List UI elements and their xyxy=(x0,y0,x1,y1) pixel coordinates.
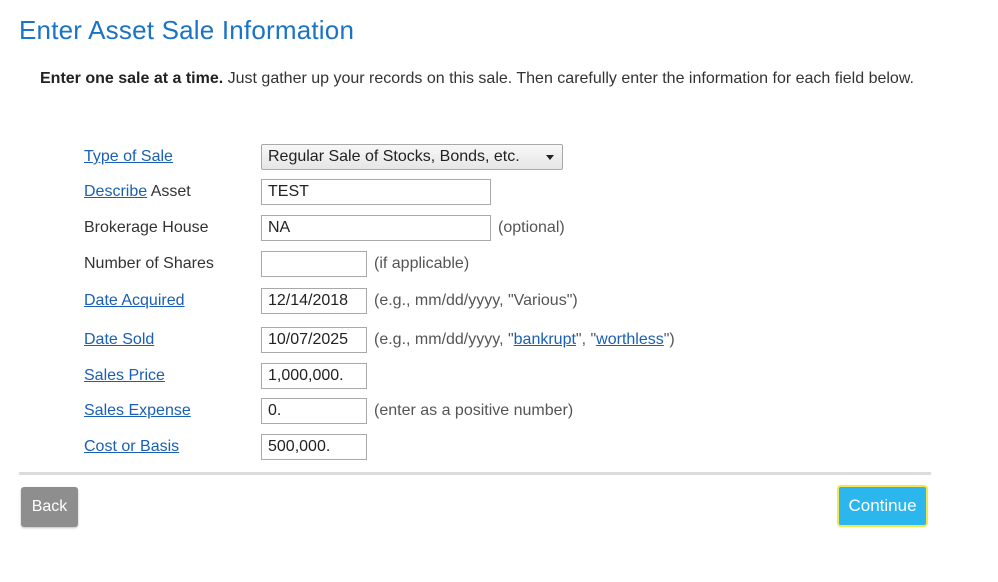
date-acquired-link[interactable]: Date Acquired xyxy=(84,292,185,309)
row-sales-expense: Sales Expense (enter as a positive numbe… xyxy=(84,398,573,424)
date-acquired-input[interactable] xyxy=(261,288,367,314)
sales-price-link[interactable]: Sales Price xyxy=(84,367,165,384)
date-sold-hint-prefix: (e.g., mm/dd/yyyy, " xyxy=(374,331,514,348)
row-date-sold: Date Sold (e.g., mm/dd/yyyy, "bankrupt",… xyxy=(84,327,675,353)
brokerage-house-hint: (optional) xyxy=(498,219,565,236)
page-title: Enter Asset Sale Information xyxy=(19,15,355,45)
date-sold-input[interactable] xyxy=(261,327,367,353)
date-sold-hint: (e.g., mm/dd/yyyy, "bankrupt", "worthles… xyxy=(374,331,675,349)
intro-body: Just gather up your records on this sale… xyxy=(223,70,914,87)
row-sales-price: Sales Price xyxy=(84,363,367,389)
sales-price-input[interactable] xyxy=(261,363,367,389)
date-sold-label: Date Sold xyxy=(84,331,261,349)
intro-text: Enter one sale at a time. Just gather up… xyxy=(40,69,930,89)
row-number-of-shares: Number of Shares (if applicable) xyxy=(84,251,469,277)
date-sold-hint-mid: ", " xyxy=(575,331,597,348)
type-of-sale-link[interactable]: Type of Sale xyxy=(84,148,173,165)
brokerage-house-label: Brokerage House xyxy=(84,219,209,236)
continue-button[interactable]: Continue xyxy=(837,485,928,527)
cost-or-basis-label: Cost or Basis xyxy=(84,438,261,456)
bankrupt-link[interactable]: bankrupt xyxy=(514,331,576,348)
row-cost-or-basis: Cost or Basis xyxy=(84,434,367,460)
worthless-link[interactable]: worthless xyxy=(596,331,664,348)
cost-or-basis-input[interactable] xyxy=(261,434,367,460)
divider xyxy=(19,472,931,475)
intro-bold: Enter one sale at a time. xyxy=(40,70,224,87)
sales-expense-link[interactable]: Sales Expense xyxy=(84,402,191,419)
date-acquired-hint: (e.g., mm/dd/yyyy, "Various") xyxy=(374,292,578,309)
describe-link[interactable]: Describe xyxy=(84,183,147,200)
row-type-of-sale: Type of Sale Regular Sale of Stocks, Bon… xyxy=(84,144,563,170)
back-button[interactable]: Back xyxy=(21,487,78,527)
describe-asset-label: Describe Asset xyxy=(84,183,261,201)
brokerage-house-input[interactable] xyxy=(261,215,491,241)
cost-or-basis-link[interactable]: Cost or Basis xyxy=(84,438,179,455)
number-of-shares-hint: (if applicable) xyxy=(374,255,470,272)
type-of-sale-value: Regular Sale of Stocks, Bonds, etc. xyxy=(268,148,520,165)
sales-expense-hint: (enter as a positive number) xyxy=(374,402,574,419)
sales-expense-label: Sales Expense xyxy=(84,402,261,420)
sales-expense-input[interactable] xyxy=(261,398,367,424)
number-of-shares-label: Number of Shares xyxy=(84,255,214,272)
date-sold-hint-suffix: ") xyxy=(663,331,675,348)
row-describe-asset: Describe Asset xyxy=(84,179,491,205)
sales-price-label: Sales Price xyxy=(84,367,261,385)
date-acquired-label: Date Acquired xyxy=(84,292,261,310)
type-of-sale-label: Type of Sale xyxy=(84,148,261,166)
number-of-shares-input[interactable] xyxy=(261,251,367,277)
row-brokerage-house: Brokerage House (optional) xyxy=(84,215,565,241)
chevron-down-icon xyxy=(546,155,554,160)
row-date-acquired: Date Acquired (e.g., mm/dd/yyyy, "Variou… xyxy=(84,288,578,314)
describe-asset-label-rest: Asset xyxy=(147,183,191,200)
date-sold-link[interactable]: Date Sold xyxy=(84,331,154,348)
type-of-sale-select[interactable]: Regular Sale of Stocks, Bonds, etc. xyxy=(261,144,563,170)
describe-asset-input[interactable] xyxy=(261,179,491,205)
